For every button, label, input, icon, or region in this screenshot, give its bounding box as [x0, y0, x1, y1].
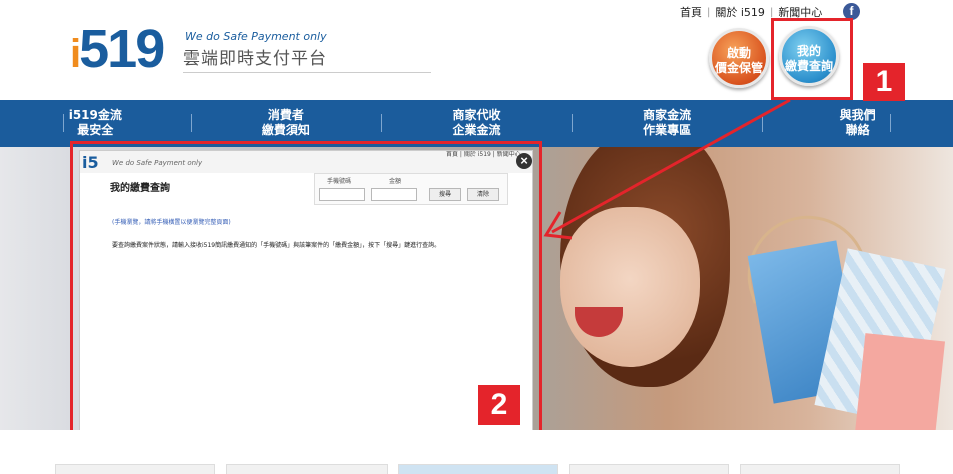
feature-card[interactable]: [226, 464, 388, 474]
main-nav: i519金流 最安全 消費者 繳費須知 商家代收 企業金流 商家金流 作業專區 …: [0, 100, 953, 147]
highlight-box-modal: [70, 141, 542, 443]
feature-card[interactable]: [740, 464, 900, 474]
nav-item-merchant-operations[interactable]: 商家金流 作業專區: [571, 100, 763, 147]
feature-card[interactable]: [569, 464, 729, 474]
logo-subtitle: 雲端即時支付平台: [183, 49, 327, 69]
nav-item-safe-flow[interactable]: i519金流 最安全: [0, 100, 191, 147]
hero-shopping-bag: [854, 333, 946, 430]
nav-item-merchant-collection[interactable]: 商家代收 企業金流: [381, 100, 572, 147]
logo-tagline: We do Safe Payment only: [185, 30, 327, 43]
top-link-about[interactable]: 關於 i519: [715, 4, 765, 20]
logo-divider: [183, 72, 431, 73]
escrow-activate-button[interactable]: 啟動 價金保管: [709, 28, 769, 88]
site-logo[interactable]: i519 We do Safe Payment only 雲端即時支付平台: [70, 14, 431, 84]
feature-cards-row: [0, 430, 953, 474]
highlight-box-query-button: [771, 18, 853, 100]
step-badge-2: 2: [478, 385, 520, 425]
feature-card[interactable]: [55, 464, 215, 474]
hero-woman-face: [560, 207, 700, 367]
nav-item-contact[interactable]: 與我們 聯絡: [762, 100, 953, 147]
logo-mark: i519: [70, 19, 165, 79]
step-badge-1: 1: [863, 63, 905, 101]
nav-item-consumer-notice[interactable]: 消費者 繳費須知: [190, 100, 382, 147]
feature-card[interactable]: [398, 464, 558, 474]
top-link-home[interactable]: 首頁: [680, 4, 702, 20]
